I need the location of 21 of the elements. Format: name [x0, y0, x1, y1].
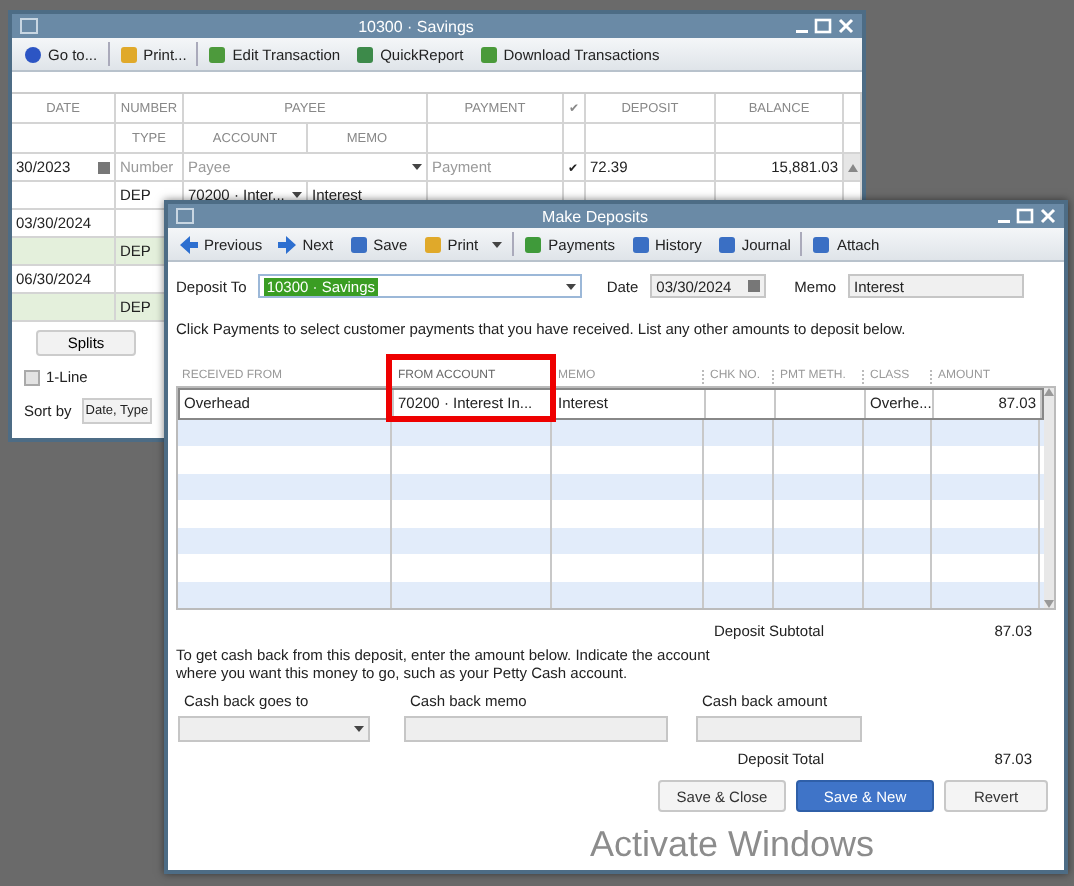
- caret-icon: [566, 283, 577, 289]
- system-menu-icon[interactable]: [20, 18, 38, 34]
- cash-back-memo-field[interactable]: [404, 716, 668, 742]
- calendar-icon[interactable]: [98, 161, 110, 173]
- activation-notice: Activate Windows: [590, 824, 875, 866]
- caret-icon: [354, 726, 364, 732]
- caret-icon: [412, 164, 422, 170]
- cash-back-amount-field[interactable]: [696, 716, 862, 742]
- checkbox[interactable]: [24, 369, 40, 385]
- scrollbar[interactable]: [1044, 388, 1054, 608]
- window-controls-icon[interactable]: [794, 18, 854, 34]
- scroll-up-icon[interactable]: [1044, 388, 1054, 396]
- scroll-up-icon[interactable]: [847, 163, 857, 171]
- system-menu-icon[interactable]: [176, 208, 194, 224]
- right-arrow-icon: [278, 235, 297, 253]
- scroll-down-icon[interactable]: [1044, 600, 1054, 608]
- window-title: 10300 · Savings: [356, 17, 476, 35]
- window-controls-icon[interactable]: [996, 208, 1056, 224]
- cash-back-account-dropdown[interactable]: [178, 716, 370, 742]
- left-arrow-icon: [180, 235, 198, 253]
- window-title: Make Deposits: [540, 207, 650, 225]
